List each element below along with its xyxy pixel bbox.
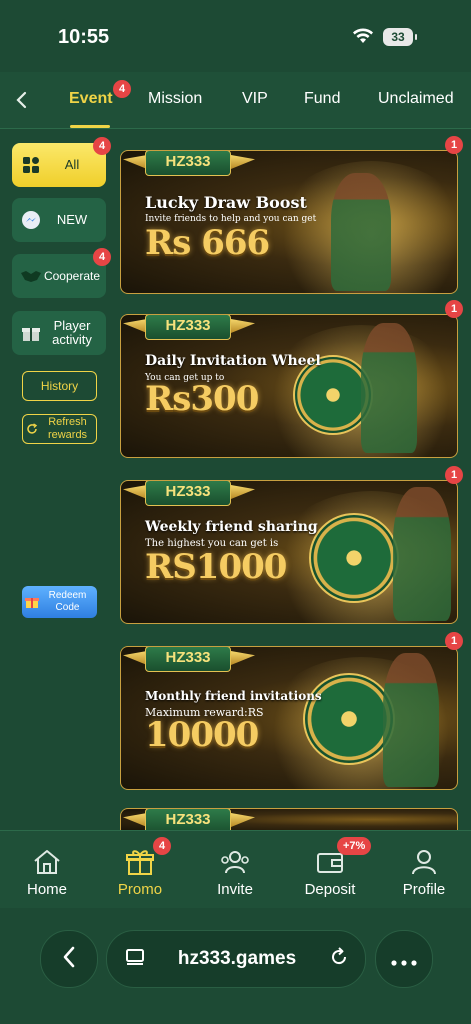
nav-label: Deposit	[304, 881, 356, 898]
banner-wing-right-icon	[231, 155, 255, 169]
deposit-bonus-badge: +7%	[337, 837, 372, 855]
battery-indicator: 33	[383, 28, 417, 46]
status-bar: 10:55 33	[0, 0, 471, 72]
nav-label: Promo	[117, 881, 163, 898]
banner-amount: RS1000	[145, 547, 287, 587]
banner-wing-left-icon	[123, 319, 147, 333]
banner-wing-left-icon	[123, 651, 147, 665]
nav-profile[interactable]: Profile	[384, 839, 464, 905]
url-text: hz333.games	[177, 948, 297, 969]
event-banner-partial[interactable]: HZ333	[120, 808, 458, 830]
banner-wing-left-icon	[123, 485, 147, 499]
refresh-rewards-button[interactable]: Refresh rewards	[22, 414, 97, 444]
gift-icon	[123, 845, 157, 879]
nav-label: Profile	[402, 881, 446, 898]
banner-brand-tag: HZ333	[145, 809, 231, 830]
refresh-icon	[26, 423, 38, 439]
invite-icon	[218, 845, 252, 879]
banner-character-image	[331, 173, 391, 291]
banner-title: Monthly friend invitations	[145, 689, 322, 703]
nav-invite[interactable]: Invite	[195, 839, 275, 905]
banner-wing-left-icon	[123, 813, 147, 827]
sidebar-item-all[interactable]: All	[12, 143, 106, 187]
browser-toolbar: hz333.games	[0, 908, 471, 1024]
page-menu-icon[interactable]	[125, 947, 145, 972]
spin-wheel-image	[303, 673, 395, 765]
promo-badge: 4	[153, 837, 171, 855]
spin-wheel-image	[309, 513, 399, 603]
banner-wing-left-icon	[123, 155, 147, 169]
sidebar-item-cooperate[interactable]: Cooperate	[12, 254, 106, 298]
banner-title: Weekly friend sharing	[145, 519, 318, 535]
messenger-icon	[20, 209, 42, 231]
sidebar-item-label: Player activity	[52, 318, 92, 347]
gift-box-icon	[20, 322, 42, 344]
filter-sidebar: All 4 NEW Cooperate 4 Player activity Hi…	[0, 128, 118, 830]
banner-notification-badge: 1	[445, 632, 463, 650]
handshake-icon	[20, 265, 42, 287]
tab-event-badge: 4	[113, 80, 131, 98]
tab-fund[interactable]: Fund	[304, 90, 340, 108]
home-icon	[30, 845, 64, 879]
clock: 10:55	[58, 26, 110, 48]
sidebar-cooperate-badge: 4	[93, 248, 111, 266]
refresh-rewards-label: Refresh rewards	[47, 416, 88, 441]
sidebar-item-label: Cooperate	[43, 269, 101, 283]
banner-brand-tag: HZ333	[145, 481, 231, 506]
banner-brand-tag: HZ333	[145, 315, 231, 340]
address-bar[interactable]: hz333.games	[106, 930, 366, 988]
banner-brand-tag: HZ333	[145, 151, 231, 176]
banner-wing-right-icon	[231, 485, 255, 499]
sidebar-item-label: NEW	[56, 212, 88, 227]
tab-vip[interactable]: VIP	[242, 90, 268, 108]
browser-back-button[interactable]	[40, 930, 98, 988]
wifi-icon	[352, 28, 374, 49]
banner-amount: 10000	[145, 715, 259, 755]
more-options-button[interactable]	[375, 930, 433, 988]
event-banner-weekly-sharing[interactable]: HZ333 Weekly friend sharing The highest …	[120, 480, 458, 624]
banner-wing-right-icon	[231, 319, 255, 333]
grid-icon	[20, 154, 42, 176]
event-banner-lucky-draw[interactable]: HZ333 Lucky Draw Boost Invite friends to…	[120, 150, 458, 294]
nav-home[interactable]: Home	[7, 839, 87, 905]
event-banner-daily-wheel[interactable]: HZ333 Daily Invitation Wheel You can get…	[120, 314, 458, 458]
redeem-gift-icon	[22, 595, 42, 609]
tab-unclaimed[interactable]: Unclaimed	[378, 90, 454, 108]
nav-label: Home	[26, 881, 67, 898]
back-chevron-icon[interactable]	[10, 88, 34, 112]
banner-notification-badge: 1	[445, 136, 463, 154]
chevron-left-icon	[62, 946, 76, 973]
profile-icon	[407, 845, 441, 879]
banner-amount: Rs 666	[145, 223, 270, 263]
banner-brand-tag: HZ333	[145, 647, 231, 672]
banner-character-image	[361, 323, 417, 453]
event-banner-monthly-invitations[interactable]: HZ333 Monthly friend invitations Maximum…	[120, 646, 458, 790]
sidebar-item-new[interactable]: NEW	[12, 198, 106, 242]
ellipsis-icon	[391, 946, 417, 972]
category-tab-bar: Event 4 Mission VIP Fund Unclaimed	[0, 72, 471, 129]
reload-icon[interactable]	[329, 946, 349, 972]
redeem-code-label: Redeem Code	[48, 590, 87, 613]
banner-notification-badge: 1	[445, 466, 463, 484]
banner-character-image	[393, 487, 451, 621]
redeem-code-button[interactable]: Redeem Code	[22, 586, 97, 618]
sidebar-item-player-activity[interactable]: Player activity	[12, 311, 106, 355]
banner-wing-right-icon	[231, 651, 255, 665]
banner-title: Lucky Draw Boost	[145, 193, 307, 212]
banner-wing-right-icon	[231, 813, 255, 827]
nav-label: Invite	[217, 881, 253, 898]
tab-event[interactable]: Event	[69, 90, 113, 108]
tab-mission[interactable]: Mission	[148, 90, 202, 108]
banner-amount: Rs300	[145, 379, 259, 419]
sidebar-all-badge: 4	[93, 137, 111, 155]
history-button[interactable]: History	[22, 371, 97, 401]
banner-character-image	[383, 653, 439, 787]
sidebar-item-label: All	[64, 157, 80, 172]
bottom-navigation: Home Promo 4 Invite Deposit +7% Profile	[0, 830, 471, 909]
banner-title: Daily Invitation Wheel	[145, 353, 321, 369]
banner-notification-badge: 1	[445, 300, 463, 318]
